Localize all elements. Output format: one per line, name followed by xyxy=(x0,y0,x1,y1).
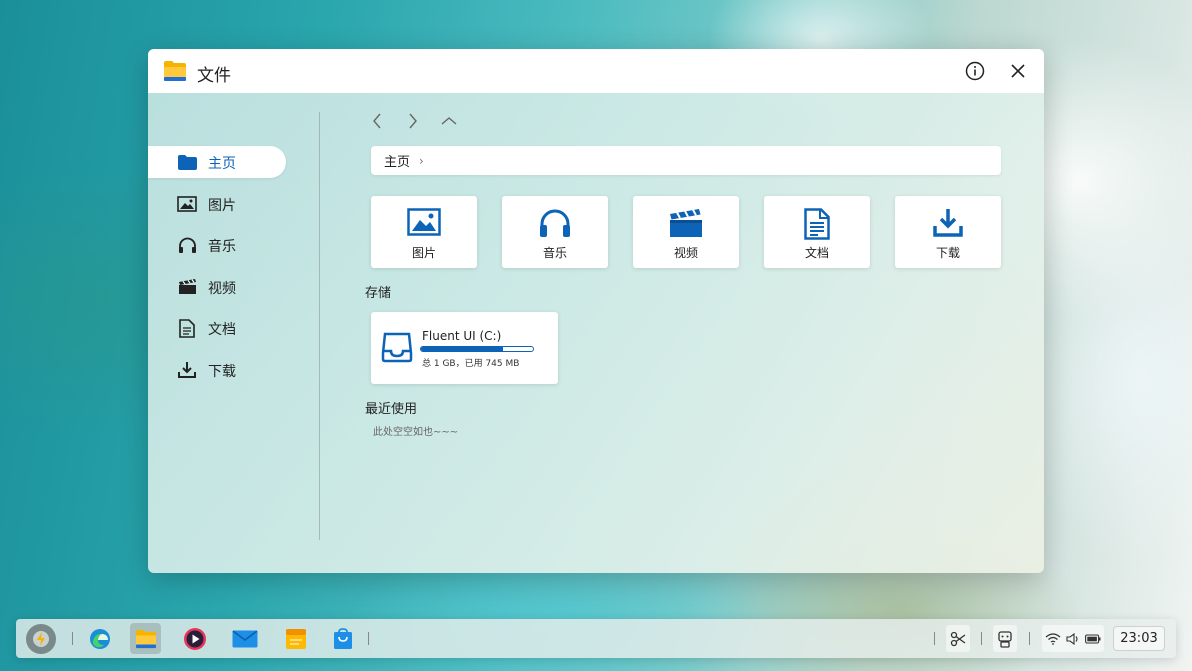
taskbar-app-notes[interactable] xyxy=(280,623,311,654)
info-button[interactable] xyxy=(961,57,989,85)
scissors-icon xyxy=(950,631,966,646)
taskbar-app-media-player[interactable] xyxy=(179,623,210,654)
address-bar[interactable]: 主页 › xyxy=(371,146,1001,175)
clapperboard-icon xyxy=(670,209,702,237)
clock[interactable]: 23:03 xyxy=(1113,626,1165,651)
taskbar: 23:03 xyxy=(16,619,1176,658)
taskbar-separator xyxy=(934,632,935,645)
drive-usage-bar xyxy=(420,346,534,352)
files-icon xyxy=(135,629,156,648)
robot-icon xyxy=(998,630,1012,648)
taskbar-app-edge[interactable] xyxy=(84,623,115,654)
chevron-right-icon xyxy=(409,113,417,129)
system-tray-quick-settings[interactable] xyxy=(1042,625,1104,652)
close-icon xyxy=(1011,64,1025,78)
download-icon xyxy=(933,209,963,237)
quick-access-documents[interactable]: 文档 xyxy=(764,196,870,268)
chevron-up-icon xyxy=(441,117,457,125)
breadcrumb-home[interactable]: 主页 xyxy=(384,151,410,170)
quick-access-videos[interactable]: 视频 xyxy=(633,196,739,268)
lightning-icon xyxy=(33,631,49,647)
tile-label: 音乐 xyxy=(542,246,567,260)
forward-button[interactable] xyxy=(402,110,424,132)
quick-access-downloads[interactable]: 下载 xyxy=(895,196,1001,268)
folder-icon xyxy=(177,153,197,171)
tile-label: 视频 xyxy=(673,246,698,260)
notes-icon xyxy=(285,628,306,649)
start-button[interactable] xyxy=(26,624,56,654)
drive-icon xyxy=(381,332,413,363)
sidebar: 主页 图片 音乐 视频 文档 下载 xyxy=(148,146,298,395)
download-icon xyxy=(177,361,197,379)
taskbar-separator xyxy=(72,632,73,645)
sidebar-item-documents[interactable]: 文档 xyxy=(148,312,286,344)
assistant-button[interactable] xyxy=(993,625,1017,652)
tile-label: 图片 xyxy=(411,246,436,260)
chevron-left-icon xyxy=(373,113,381,129)
quick-access-music[interactable]: 音乐 xyxy=(502,196,608,268)
recent-section-title: 最近使用 xyxy=(365,402,418,417)
sidebar-item-label: 音乐 xyxy=(208,239,236,255)
drive-usage-fill xyxy=(421,347,503,351)
sidebar-item-music[interactable]: 音乐 xyxy=(148,229,286,261)
sidebar-item-label: 文档 xyxy=(208,322,236,338)
window-title: 文件 xyxy=(197,66,231,86)
document-icon xyxy=(804,208,830,240)
quick-access-pictures[interactable]: 图片 xyxy=(371,196,477,268)
sidebar-item-videos[interactable]: 视频 xyxy=(148,271,286,303)
quick-access: 图片 音乐 视频 文档 下载 xyxy=(371,196,1001,268)
storage-section-title: 存储 xyxy=(365,286,392,301)
volume-icon xyxy=(1066,632,1078,645)
sidebar-item-downloads[interactable]: 下载 xyxy=(148,354,286,386)
media-player-icon xyxy=(183,627,206,650)
drive-card[interactable]: Fluent UI (C:) 总 1 GB，已用 745 MB xyxy=(371,312,558,384)
screenshot-button[interactable] xyxy=(946,625,970,652)
taskbar-app-mail[interactable] xyxy=(229,623,260,654)
recent-empty-text: 此处空空如也~~~ xyxy=(373,427,459,438)
sidebar-item-label: 视频 xyxy=(208,280,236,297)
info-icon xyxy=(965,61,985,81)
image-icon xyxy=(177,195,197,213)
sidebar-item-label: 图片 xyxy=(208,197,236,214)
store-icon xyxy=(333,627,352,649)
image-icon xyxy=(407,208,441,236)
folder-icon xyxy=(164,61,186,81)
sidebar-divider xyxy=(319,112,320,540)
document-icon xyxy=(177,318,197,338)
mail-icon xyxy=(232,629,257,647)
headphones-icon xyxy=(177,236,197,254)
navigation-controls xyxy=(366,110,460,132)
up-button[interactable] xyxy=(438,110,460,132)
drive-stats: 总 1 GB，已用 745 MB xyxy=(422,359,520,369)
sidebar-item-label: 主页 xyxy=(208,156,236,172)
clapperboard-icon xyxy=(177,278,197,296)
tile-label: 文档 xyxy=(804,246,829,260)
edge-icon xyxy=(89,628,110,649)
title-bar: 文件 xyxy=(148,49,1044,93)
wifi-icon xyxy=(1045,632,1061,645)
sidebar-item-home[interactable]: 主页 xyxy=(148,146,286,178)
taskbar-app-files[interactable] xyxy=(130,623,161,654)
breadcrumb-separator: › xyxy=(419,153,424,168)
tile-label: 下载 xyxy=(935,246,960,260)
sidebar-item-pictures[interactable]: 图片 xyxy=(148,188,286,220)
headphones-icon xyxy=(540,209,570,237)
drive-name: Fluent UI (C:) xyxy=(422,329,502,343)
file-explorer-window: 文件 主页 图片 音乐 视频 文档 下载 主页 › 图片 音乐 视频 文档 下载… xyxy=(148,49,1044,573)
close-button[interactable] xyxy=(1004,57,1032,85)
taskbar-separator xyxy=(1029,632,1030,645)
sidebar-item-label: 下载 xyxy=(208,363,236,380)
taskbar-separator xyxy=(981,632,982,645)
taskbar-app-store[interactable] xyxy=(327,623,358,654)
taskbar-separator xyxy=(368,632,369,645)
battery-icon xyxy=(1085,633,1101,644)
back-button[interactable] xyxy=(366,110,388,132)
